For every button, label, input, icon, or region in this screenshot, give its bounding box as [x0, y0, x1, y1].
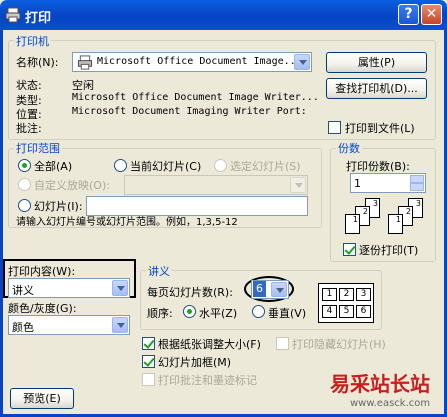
- print-comments-label: 打印批注和墨迹标记: [158, 374, 257, 387]
- chevron-down-icon[interactable]: [294, 54, 310, 70]
- properties-button[interactable]: 属性(P): [326, 52, 427, 73]
- collate-checkbox[interactable]: [343, 243, 356, 256]
- comment-label: 批注:: [16, 122, 42, 135]
- range-selected-radio[interactable]: [214, 159, 227, 172]
- type-value: Microsoft Office Document Image Writer..…: [72, 92, 319, 103]
- print-to-file-label: 打印到文件(L): [345, 122, 415, 135]
- watermark-text: 易采站长站: [330, 372, 430, 396]
- layout-cell: 4: [322, 305, 337, 318]
- slides-label: 幻灯片(I):: [34, 200, 83, 213]
- printer-legend: 打印机: [14, 33, 51, 49]
- range-all-radio[interactable]: [18, 159, 31, 172]
- preview-button[interactable]: 预览(E): [10, 388, 74, 409]
- color-value: 颜色: [12, 321, 34, 334]
- window-title: 打印: [25, 11, 52, 26]
- chevron-down-icon[interactable]: [112, 317, 128, 333]
- copies-count-value: 1: [354, 177, 361, 190]
- range-current-label: 当前幻灯片(C): [130, 160, 202, 173]
- print-what-label: 打印内容(W):: [8, 265, 76, 278]
- printer-name-value: Microsoft Office Document Image...: [97, 56, 302, 67]
- collate-label: 逐份打印(T): [359, 244, 419, 257]
- printer-name-label: 名称(N):: [16, 56, 59, 69]
- printer-icon: [5, 7, 21, 23]
- order-horizontal-radio[interactable]: [183, 305, 196, 318]
- color-select[interactable]: 颜色: [8, 315, 130, 335]
- custom-show-select[interactable]: [124, 175, 308, 195]
- print-hidden-label: 打印隐藏幻灯片(H): [292, 338, 386, 351]
- print-what-value: 讲义: [12, 284, 34, 297]
- print-what-select[interactable]: 讲义: [8, 278, 130, 298]
- range-legend: 打印范围: [14, 140, 62, 156]
- per-page-select[interactable]: 6: [251, 280, 289, 299]
- layout-cell: 1: [322, 288, 337, 301]
- order-vertical-label: 垂直(V): [268, 307, 307, 320]
- per-page-label: 每页幻灯片数(R):: [147, 286, 233, 299]
- layout-cell: 2: [339, 288, 354, 301]
- layout-cell: 5: [339, 305, 354, 318]
- color-label: 颜色/灰度(G):: [8, 302, 77, 315]
- copies-count-label: 打印份数(B):: [346, 160, 410, 173]
- layout-cell: 3: [356, 288, 371, 301]
- watermark-url: www.easck.com: [350, 398, 431, 409]
- copies-count-input[interactable]: 1: [350, 173, 426, 193]
- order-horizontal-label: 水平(Z): [199, 307, 238, 320]
- collate-page: 1: [388, 214, 403, 234]
- close-button[interactable]: ✕: [421, 4, 442, 25]
- print-hidden-checkbox[interactable]: [276, 337, 289, 350]
- range-hint: 请输入幻灯片编号或幻灯片范围。例如，1,3,5-12: [16, 217, 238, 228]
- collate-pages-icon: 3 2 1: [343, 198, 387, 240]
- frame-slides-checkbox[interactable]: [142, 355, 155, 368]
- print-to-file-checkbox[interactable]: [328, 121, 341, 134]
- order-label: 顺序:: [147, 307, 173, 320]
- location-value: Microsoft Document Imaging Writer Port:: [72, 106, 307, 117]
- status-value: 空闲: [72, 79, 94, 92]
- slides-radio[interactable]: [18, 199, 31, 212]
- handouts-legend: 讲义: [146, 263, 172, 279]
- collate-page: 1: [345, 214, 360, 234]
- scale-to-fit-checkbox[interactable]: [142, 337, 155, 350]
- scale-to-fit-label: 根据纸张调整大小(F): [158, 338, 261, 351]
- frame-slides-label: 幻灯片加框(M): [158, 356, 232, 369]
- title-bar: [0, 0, 447, 30]
- chevron-down-icon[interactable]: [112, 280, 128, 296]
- printer-name-select[interactable]: Microsoft Office Document Image...: [72, 52, 312, 72]
- printer-icon: [77, 55, 93, 70]
- help-button[interactable]: ?: [398, 4, 419, 25]
- spin-up-icon[interactable]: [410, 175, 424, 183]
- custom-show-radio[interactable]: [18, 178, 31, 191]
- range-all-label: 全部(A): [34, 160, 73, 173]
- handout-layout-preview: 1 2 3 4 5 6: [318, 283, 374, 323]
- copies-legend: 份数: [336, 140, 362, 156]
- range-selected-label: 选定幻灯片(S): [230, 160, 301, 173]
- order-vertical-radio[interactable]: [252, 305, 265, 318]
- chevron-down-icon[interactable]: [290, 177, 306, 193]
- find-printer-button[interactable]: 查找打印机(D)...: [326, 78, 427, 99]
- spin-down-icon[interactable]: [410, 183, 424, 191]
- print-comments-checkbox[interactable]: [142, 373, 155, 386]
- custom-show-label: 自定义放映(O):: [34, 179, 110, 192]
- status-label: 状态:: [16, 79, 42, 92]
- range-current-radio[interactable]: [114, 159, 127, 172]
- layout-cell: 6: [356, 305, 371, 318]
- per-page-value: 6: [253, 281, 266, 297]
- collate-pages-icon: 3 2 1: [386, 198, 430, 240]
- chevron-down-icon[interactable]: [271, 282, 287, 297]
